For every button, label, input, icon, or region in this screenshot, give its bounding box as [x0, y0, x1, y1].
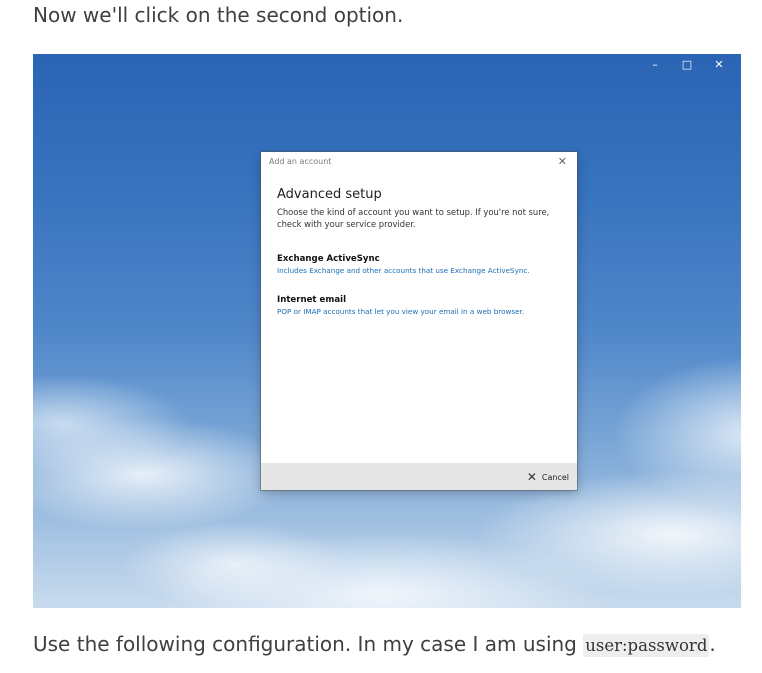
credentials-code: user:password	[583, 634, 710, 657]
option-title: Exchange ActiveSync	[277, 254, 380, 264]
maximize-icon[interactable]: □	[671, 57, 703, 73]
cancel-button[interactable]: ✕ Cancel	[527, 469, 569, 485]
outro-text-after: .	[709, 632, 716, 656]
intro-text: Now we'll click on the second option.	[33, 3, 404, 27]
cancel-label: Cancel	[541, 472, 569, 482]
outro-text: Use the following configuration. In my c…	[33, 632, 716, 657]
minimize-icon[interactable]: –	[639, 57, 671, 73]
dialog-footer: ✕ Cancel	[261, 463, 577, 490]
option-exchange-activesync[interactable]: Exchange ActiveSync Includes Exchange an…	[277, 253, 567, 276]
option-title: Internet email	[277, 295, 347, 305]
close-icon: ✕	[526, 470, 537, 484]
outro-text-before: Use the following configuration. In my c…	[33, 632, 584, 656]
dialog-titlebar: Add an account ✕	[261, 152, 577, 174]
window-controls: – □ ✕	[639, 57, 735, 73]
dialog-title: Add an account	[269, 157, 332, 166]
dialog-heading: Advanced setup	[277, 187, 382, 202]
add-account-dialog: Add an account ✕ Advanced setup Choose t…	[261, 152, 577, 490]
close-icon[interactable]: ✕	[558, 155, 567, 169]
option-subtitle: POP or IMAP accounts that let you view y…	[277, 307, 525, 316]
dialog-description: Choose the kind of account you want to s…	[277, 207, 550, 229]
option-internet-email[interactable]: Internet email POP or IMAP accounts that…	[277, 294, 567, 317]
option-subtitle: Includes Exchange and other accounts tha…	[277, 266, 530, 275]
close-icon[interactable]: ✕	[703, 57, 735, 73]
mail-app-screenshot: – □ ✕ Add an account ✕ Advanced setup Ch…	[33, 54, 741, 608]
